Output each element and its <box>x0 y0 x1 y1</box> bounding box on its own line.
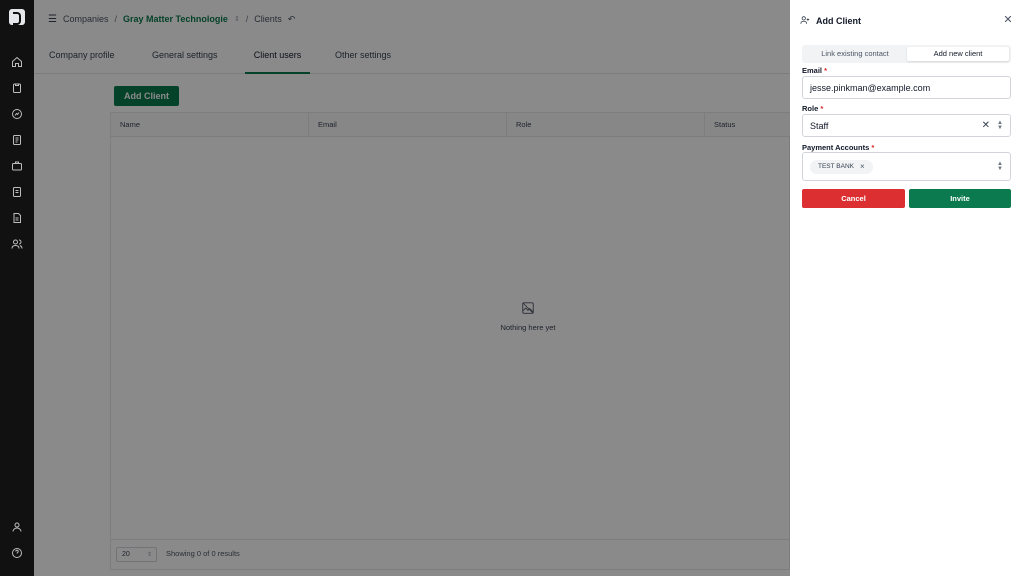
email-field[interactable]: jesse.pinkman@example.com <box>802 76 1011 99</box>
chip-label: TEST BANK <box>818 163 855 170</box>
help-icon[interactable] <box>10 546 24 560</box>
briefcase-icon[interactable] <box>10 159 24 173</box>
segment-link-existing[interactable]: Link existing contact <box>804 47 906 61</box>
payment-account-chip: TEST BANK × <box>810 160 873 174</box>
users-icon[interactable] <box>10 237 24 251</box>
payment-accounts-label: Payment Accounts * <box>802 143 874 152</box>
home-icon[interactable] <box>10 55 24 69</box>
payment-accounts-label-text: Payment Accounts <box>802 143 870 152</box>
document-icon[interactable] <box>10 133 24 147</box>
email-label-text: Email <box>802 66 823 75</box>
role-value: Staff <box>810 120 829 131</box>
invite-button[interactable]: Invite <box>909 189 1011 208</box>
report-icon[interactable] <box>10 185 24 199</box>
clear-icon[interactable]: ✕ <box>982 120 990 131</box>
chart-icon[interactable] <box>10 107 24 121</box>
file-icon[interactable] <box>10 211 24 225</box>
cancel-button[interactable]: Cancel <box>802 189 905 208</box>
modal-overlay[interactable] <box>34 0 790 576</box>
required-mark: * <box>871 143 875 152</box>
required-mark: * <box>820 104 824 113</box>
user-icon[interactable] <box>10 520 24 534</box>
segment-add-new[interactable]: Add new client <box>907 47 1009 61</box>
role-label: Role * <box>802 104 823 113</box>
add-client-drawer: Add Client ✕ Link existing contact Add n… <box>790 0 1024 576</box>
close-icon[interactable]: ✕ <box>1002 14 1014 26</box>
chevron-updown-icon: ▲ ▼ <box>997 161 1003 172</box>
role-select[interactable]: Staff ✕ ▲ ▼ <box>802 114 1011 137</box>
email-label: Email * <box>802 66 827 75</box>
chip-remove-icon[interactable]: × <box>860 160 865 174</box>
user-plus-icon <box>800 12 810 30</box>
required-mark: * <box>824 66 828 75</box>
sidebar <box>0 0 34 576</box>
drawer-header: Add Client <box>800 14 861 28</box>
email-value: jesse.pinkman@example.com <box>810 82 931 93</box>
role-label-text: Role <box>802 104 819 113</box>
payment-accounts-select[interactable]: TEST BANK × ▲ ▼ <box>802 152 1011 181</box>
drawer-title: Add Client <box>816 16 861 26</box>
clipboard-icon[interactable] <box>10 81 24 95</box>
app-logo[interactable] <box>9 9 25 25</box>
client-mode-toggle: Link existing contact Add new client <box>802 45 1011 63</box>
chevron-updown-icon: ▲ ▼ <box>997 120 1003 131</box>
